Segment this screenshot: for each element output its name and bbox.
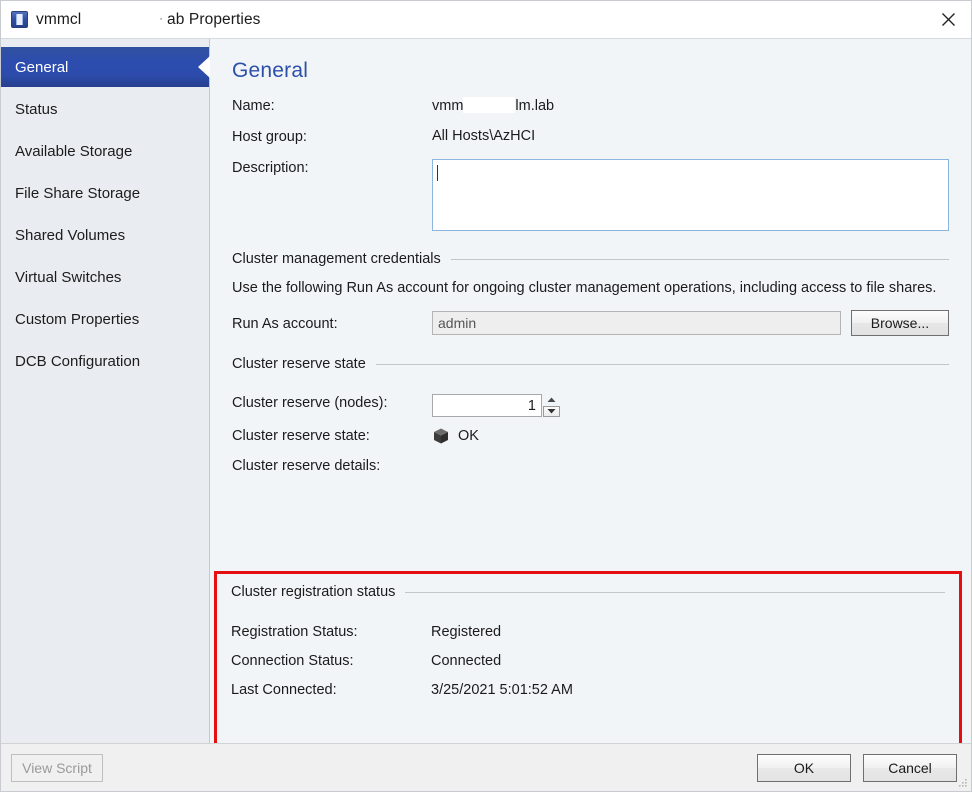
- reserve-state-row: Cluster reserve state: OK: [232, 427, 949, 445]
- sidebar-item-label: Status: [15, 101, 58, 118]
- reserve-state-value: OK: [458, 428, 479, 444]
- reserve-group-title: Cluster reserve state: [232, 356, 376, 372]
- registration-status-section: Cluster registration status Registration…: [214, 571, 962, 743]
- sidebar-item-label: Virtual Switches: [15, 269, 121, 286]
- registration-group-title: Cluster registration status: [231, 584, 405, 600]
- sidebar-item-shared-volumes[interactable]: Shared Volumes: [1, 215, 209, 255]
- chevron-up-icon: [547, 397, 556, 403]
- browse-button[interactable]: Browse...: [851, 310, 949, 336]
- close-button[interactable]: [925, 1, 971, 37]
- last-connected-row: Last Connected: 3/25/2021 5:01:52 AM: [231, 682, 945, 698]
- stepper-buttons: [543, 394, 560, 417]
- description-input[interactable]: [432, 159, 949, 231]
- cancel-button[interactable]: Cancel: [863, 754, 957, 782]
- name-value-redaction: [463, 97, 515, 113]
- reserve-nodes-stepper[interactable]: [432, 394, 560, 417]
- dialog-footer: View Script OK Cancel: [1, 743, 971, 791]
- group-divider: [451, 259, 949, 260]
- last-connected-label: Last Connected:: [231, 682, 431, 698]
- content-panel: General Name: vmm lm.lab Host group: All …: [210, 39, 971, 743]
- registration-group-header: Cluster registration status: [231, 584, 945, 600]
- sidebar: General Status Available Storage File Sh…: [1, 39, 210, 743]
- ok-button[interactable]: OK: [757, 754, 851, 782]
- titlebar: vmmcl ·ab Properties: [1, 1, 971, 38]
- sidebar-item-custom-properties[interactable]: Custom Properties: [1, 299, 209, 339]
- sidebar-item-status[interactable]: Status: [1, 89, 209, 129]
- description-row: Description:: [232, 159, 949, 231]
- window-title-separator: ·: [159, 13, 167, 25]
- credentials-group-header: Cluster management credentials: [232, 251, 949, 267]
- reserve-nodes-input[interactable]: [432, 394, 542, 417]
- cube-icon: [432, 427, 450, 445]
- reserve-state-label: Cluster reserve state:: [232, 427, 432, 444]
- connection-status-value: Connected: [431, 653, 501, 669]
- dialog-body: General Status Available Storage File Sh…: [1, 38, 971, 743]
- stepper-up-button[interactable]: [543, 394, 560, 406]
- credentials-help-text: Use the following Run As account for ong…: [232, 279, 949, 298]
- sidebar-item-dcb-configuration[interactable]: DCB Configuration: [1, 341, 209, 381]
- description-label: Description:: [232, 159, 432, 176]
- sidebar-item-file-share-storage[interactable]: File Share Storage: [1, 173, 209, 213]
- credentials-group-title: Cluster management credentials: [232, 251, 451, 267]
- reserve-nodes-row: Cluster reserve (nodes):: [232, 394, 949, 417]
- sidebar-item-label: Custom Properties: [15, 311, 139, 328]
- run-as-input[interactable]: [432, 311, 841, 335]
- connection-status-label: Connection Status:: [231, 653, 431, 669]
- group-divider: [405, 592, 945, 593]
- name-value-prefix: vmm: [432, 98, 463, 114]
- chevron-down-icon: [547, 408, 556, 414]
- name-label: Name:: [232, 97, 432, 114]
- registration-status-value: Registered: [431, 624, 501, 640]
- reserve-nodes-label: Cluster reserve (nodes):: [232, 394, 432, 411]
- sidebar-item-label: File Share Storage: [15, 185, 140, 202]
- host-group-label: Host group:: [232, 128, 432, 145]
- reserve-group-header: Cluster reserve state: [232, 356, 949, 372]
- last-connected-value: 3/25/2021 5:01:52 AM: [431, 682, 573, 698]
- name-value-suffix: lm.lab: [515, 98, 554, 114]
- name-row: Name: vmm lm.lab: [232, 97, 949, 114]
- resize-grip-icon[interactable]: [958, 778, 968, 788]
- group-divider: [376, 364, 949, 365]
- host-group-value: All Hosts\AzHCI: [432, 128, 535, 144]
- reserve-details-label: Cluster reserve details:: [232, 457, 432, 474]
- sidebar-item-general[interactable]: General: [1, 47, 209, 87]
- sidebar-item-label: DCB Configuration: [15, 353, 140, 370]
- run-as-label: Run As account:: [232, 315, 432, 332]
- view-script-button[interactable]: View Script: [11, 754, 103, 782]
- properties-dialog: vmmcl ·ab Properties General Status Avail…: [0, 0, 972, 792]
- stepper-down-button[interactable]: [543, 406, 560, 418]
- sidebar-item-label: General: [15, 59, 68, 76]
- registration-status-label: Registration Status:: [231, 624, 431, 640]
- registration-status-row: Registration Status: Registered: [231, 624, 945, 640]
- page-title: General: [232, 59, 949, 83]
- text-caret: [437, 165, 438, 181]
- window-title-prefix: vmmcl: [36, 11, 81, 28]
- reserve-details-row: Cluster reserve details:: [232, 457, 949, 474]
- sidebar-item-available-storage[interactable]: Available Storage: [1, 131, 209, 171]
- host-group-row: Host group: All Hosts\AzHCI: [232, 128, 949, 145]
- sidebar-item-label: Shared Volumes: [15, 227, 125, 244]
- run-as-row: Run As account: Browse...: [232, 310, 949, 336]
- connection-status-row: Connection Status: Connected: [231, 653, 945, 669]
- vmm-cluster-icon: [11, 11, 28, 28]
- sidebar-item-label: Available Storage: [15, 143, 132, 160]
- sidebar-item-virtual-switches[interactable]: Virtual Switches: [1, 257, 209, 297]
- window-title-suffix: ab Properties: [167, 11, 261, 28]
- close-icon: [941, 12, 956, 27]
- name-value: vmm lm.lab: [432, 97, 554, 114]
- window-title: vmmcl ·ab Properties: [36, 11, 261, 29]
- reserve-state-value-wrap: OK: [432, 427, 479, 445]
